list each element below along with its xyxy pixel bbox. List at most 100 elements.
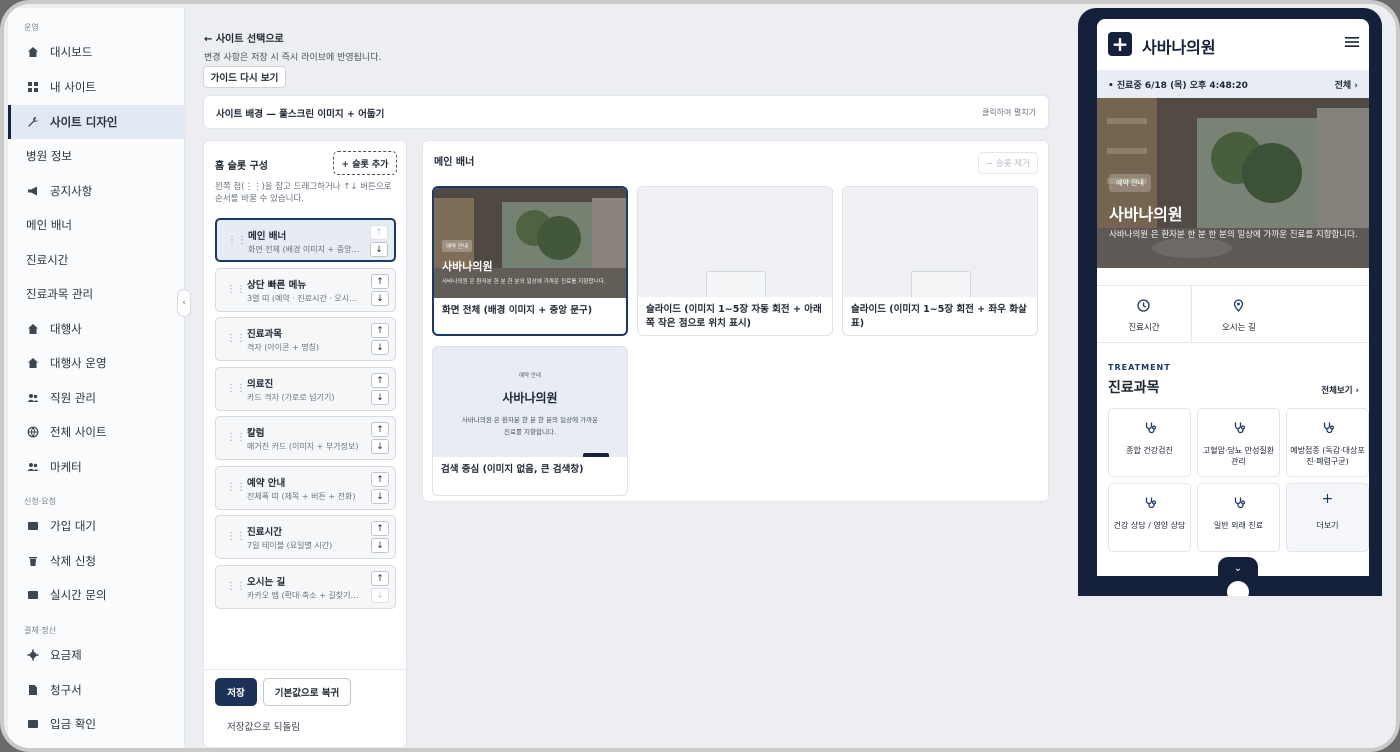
move-down-button[interactable]: ↓ <box>371 291 389 306</box>
drag-handle-icon[interactable]: ⋮⋮ <box>226 581 246 592</box>
drag-handle-icon[interactable]: ⋮⋮ <box>226 432 246 443</box>
sidebar-item-hours[interactable]: 진료시간 <box>8 243 185 277</box>
move-up-button[interactable]: ↑ <box>371 323 389 338</box>
sidebar-item-plans[interactable]: 요금제 <box>8 638 185 672</box>
move-up-button[interactable]: ↑ <box>371 274 389 289</box>
slot-item[interactable]: ⋮⋮ 의료진 카드 격자 (가로로 넘기기) ↑ ↓ <box>215 367 396 411</box>
sidebar-item-my-site[interactable]: 내 사이트 <box>8 70 185 104</box>
users-icon <box>26 391 40 405</box>
chevron-down-icon[interactable]: ⌄ <box>1218 557 1258 579</box>
guide-button[interactable]: 가이드 다시 보기 <box>203 66 286 88</box>
sidebar-item-label: 병원 정보 <box>26 149 72 163</box>
move-up-button[interactable]: ↑ <box>370 225 388 240</box>
banner-option-fullscreen[interactable]: 예약 안내 사바나의원 사바나의원 은 환자분 한 분 한 분의 일상에 가까운… <box>432 186 628 336</box>
move-up-button[interactable]: ↑ <box>371 571 389 586</box>
slot-desc: 전체폭 띠 (제목 + 버튼 + 전화) <box>247 492 356 501</box>
status-all-link[interactable]: 전체 › <box>1335 78 1358 91</box>
slot-name: 의료진 <box>247 379 274 390</box>
sidebar-item-site-design[interactable]: 사이트 디자인 <box>8 105 185 139</box>
treatment-label: TREATMENT <box>1108 363 1171 372</box>
move-down-button[interactable]: ↓ <box>371 489 389 504</box>
drag-handle-icon[interactable]: ⋮⋮ <box>226 383 246 394</box>
slot-item[interactable]: ⋮⋮ 상단 빠른 메뉴 3열 띠 (예약 · 진료시간 · 오시는 길) ↑ ↓ <box>215 268 396 312</box>
users-icon <box>26 460 40 474</box>
sidebar-item-delete-requests[interactable]: 삭제 신청 <box>8 544 185 578</box>
sidebar-item-deposits[interactable]: 입금 확인 <box>8 707 185 741</box>
department-more-card[interactable]: + 더보기 <box>1286 483 1369 552</box>
sidebar-item-invoices[interactable]: 청구서 <box>8 673 185 707</box>
app-window: 운영 대시보드 내 사이트 사이트 디자인 병원 정보 공지사항 메인 배너 진… <box>0 0 1400 752</box>
move-down-button[interactable]: ↓ <box>371 340 389 355</box>
sidebar-item-live-inquiry[interactable]: 실시간 문의 <box>8 578 185 612</box>
trash-icon <box>26 554 40 568</box>
thumb-tag: 예약 안내 <box>519 373 541 379</box>
drag-handle-icon[interactable]: ⋮⋮ <box>226 284 246 295</box>
slot-item[interactable]: ⋮⋮ 진료과목 격자 (아이콘 + 명칭) ↑ ↓ <box>215 317 396 361</box>
drag-handle-icon[interactable]: ⋮⋮ <box>227 235 247 246</box>
move-down-button[interactable]: ↓ <box>371 439 389 454</box>
back-to-sites-link[interactable]: ← 사이트 선택으로 <box>204 30 284 45</box>
drag-handle-icon[interactable]: ⋮⋮ <box>226 333 246 344</box>
treatment-all-link[interactable]: 전체보기 › <box>1321 384 1359 396</box>
quick-item-directions[interactable]: 오시는 길 <box>1192 286 1286 343</box>
move-up-button[interactable]: ↑ <box>371 422 389 437</box>
move-up-button[interactable]: ↑ <box>371 472 389 487</box>
sidebar-item-main-banner[interactable]: 메인 배너 <box>8 208 185 242</box>
move-down-button[interactable]: ↓ <box>371 390 389 405</box>
slot-name: 칼럼 <box>247 428 265 439</box>
department-card[interactable]: 종합 건강검진 <box>1108 408 1191 477</box>
move-up-button[interactable]: ↑ <box>371 521 389 536</box>
sidebar-item-dashboard[interactable]: 대시보드 <box>8 35 185 69</box>
image-placeholder <box>843 187 1037 297</box>
sidebar-collapse-button[interactable]: ‹ <box>177 289 191 317</box>
status-bar: • 진료중 6/18 (목) 오후 4:48:20 전체 › <box>1097 70 1369 98</box>
sidebar-item-label: 직원 관리 <box>50 391 96 405</box>
expand-link[interactable]: 클릭하여 펼치기 <box>982 107 1036 118</box>
background-settings-bar[interactable]: 사이트 배경 — 풀스크린 이미지 + 어둡기 클릭하여 펼치기 <box>203 95 1049 129</box>
gear-icon <box>26 648 40 662</box>
sidebar-item-marketers[interactable]: 마케터 <box>8 450 185 484</box>
sidebar-item-label: 사이트 디자인 <box>50 115 118 129</box>
save-button[interactable]: 저장 <box>215 678 257 706</box>
sidebar-item-departments[interactable]: 진료과목 관리 <box>8 277 185 311</box>
sidebar-item-all-sites[interactable]: 전체 사이트 <box>8 415 185 449</box>
revert-saved-link[interactable]: 저장값으로 되돌림 <box>227 719 300 733</box>
drag-handle-icon[interactable]: ⋮⋮ <box>226 531 246 542</box>
move-up-button[interactable]: ↑ <box>371 373 389 388</box>
add-slot-button[interactable]: + 슬롯 추가 <box>333 151 397 175</box>
department-card[interactable]: 일반 외래 진료 <box>1197 483 1280 552</box>
move-down-button[interactable]: ↓ <box>371 538 389 553</box>
department-label: 더보기 <box>1316 521 1339 530</box>
sidebar-item-staff[interactable]: 직원 관리 <box>8 381 185 415</box>
department-card[interactable]: 고혈압·당뇨 만성질환 관리 <box>1197 408 1280 477</box>
department-card[interactable]: 건강 상담 / 영양 상담 <box>1108 483 1191 552</box>
banner-option-search[interactable]: 예약 안내 사바나의원 사바나의원 은 환자분 한 분 한 분의 일상에 가까운… <box>432 346 628 496</box>
thumb-tag: 예약 안내 <box>442 240 472 252</box>
sidebar-item-notices[interactable]: 공지사항 <box>8 174 185 208</box>
drag-handle-icon[interactable]: ⋮⋮ <box>226 482 246 493</box>
reset-defaults-button[interactable]: 기본값으로 복귀 <box>263 678 351 706</box>
sidebar-item-agency-ops[interactable]: 대행사 운영 <box>8 346 185 380</box>
sidebar: 운영 대시보드 내 사이트 사이트 디자인 병원 정보 공지사항 메인 배너 진… <box>8 8 185 748</box>
option-caption: 슬라이드 (이미지 1~5장 자동 회전 + 아래쪽 작은 점으로 위치 표시) <box>646 304 822 329</box>
sidebar-item-label: 대시보드 <box>50 45 93 59</box>
banner-option-slide-arrows[interactable]: 슬라이드 (이미지 1~5장 회전 + 좌우 화살표) <box>842 186 1038 336</box>
move-down-button[interactable]: ↓ <box>370 242 388 257</box>
move-down-button[interactable]: ↓ <box>371 588 389 603</box>
slot-item[interactable]: ⋮⋮ 예약 안내 전체폭 띠 (제목 + 버튼 + 전화) ↑ ↓ <box>215 466 396 510</box>
phone-call-icon[interactable] <box>1227 581 1249 596</box>
sidebar-item-agency[interactable]: 대행사 <box>8 312 185 346</box>
slot-item[interactable]: ⋮⋮ 메인 배너 화면 전체 (배경 이미지 + 중앙 문구) ↑ ↓ <box>215 218 396 262</box>
hamburger-menu-icon[interactable] <box>1345 37 1359 47</box>
clock-icon <box>1137 299 1150 312</box>
megaphone-icon <box>26 184 40 198</box>
banner-option-slide-dots[interactable]: 슬라이드 (이미지 1~5장 자동 회전 + 아래쪽 작은 점으로 위치 표시) <box>637 186 833 336</box>
sidebar-item-signup-pending[interactable]: 가입 대기 <box>8 509 185 543</box>
slot-item[interactable]: ⋮⋮ 오시는 길 카카오 맵 (확대·축소 + 길찾기 버튼) ↑ ↓ <box>215 565 396 609</box>
remove-slot-button[interactable]: − 슬롯 제거 <box>978 152 1038 174</box>
sidebar-item-clinic-info[interactable]: 병원 정보 <box>8 139 185 173</box>
department-card[interactable]: 예방접종 (독감·대상포진·폐렴구균) <box>1286 408 1369 477</box>
slot-item[interactable]: ⋮⋮ 칼럼 매거진 카드 (이미지 + 부가정보) ↑ ↓ <box>215 416 396 460</box>
quick-item-hours[interactable]: 진료시간 <box>1097 286 1191 343</box>
slot-item[interactable]: ⋮⋮ 진료시간 7일 테이블 (요일별 시간) ↑ ↓ <box>215 515 396 559</box>
